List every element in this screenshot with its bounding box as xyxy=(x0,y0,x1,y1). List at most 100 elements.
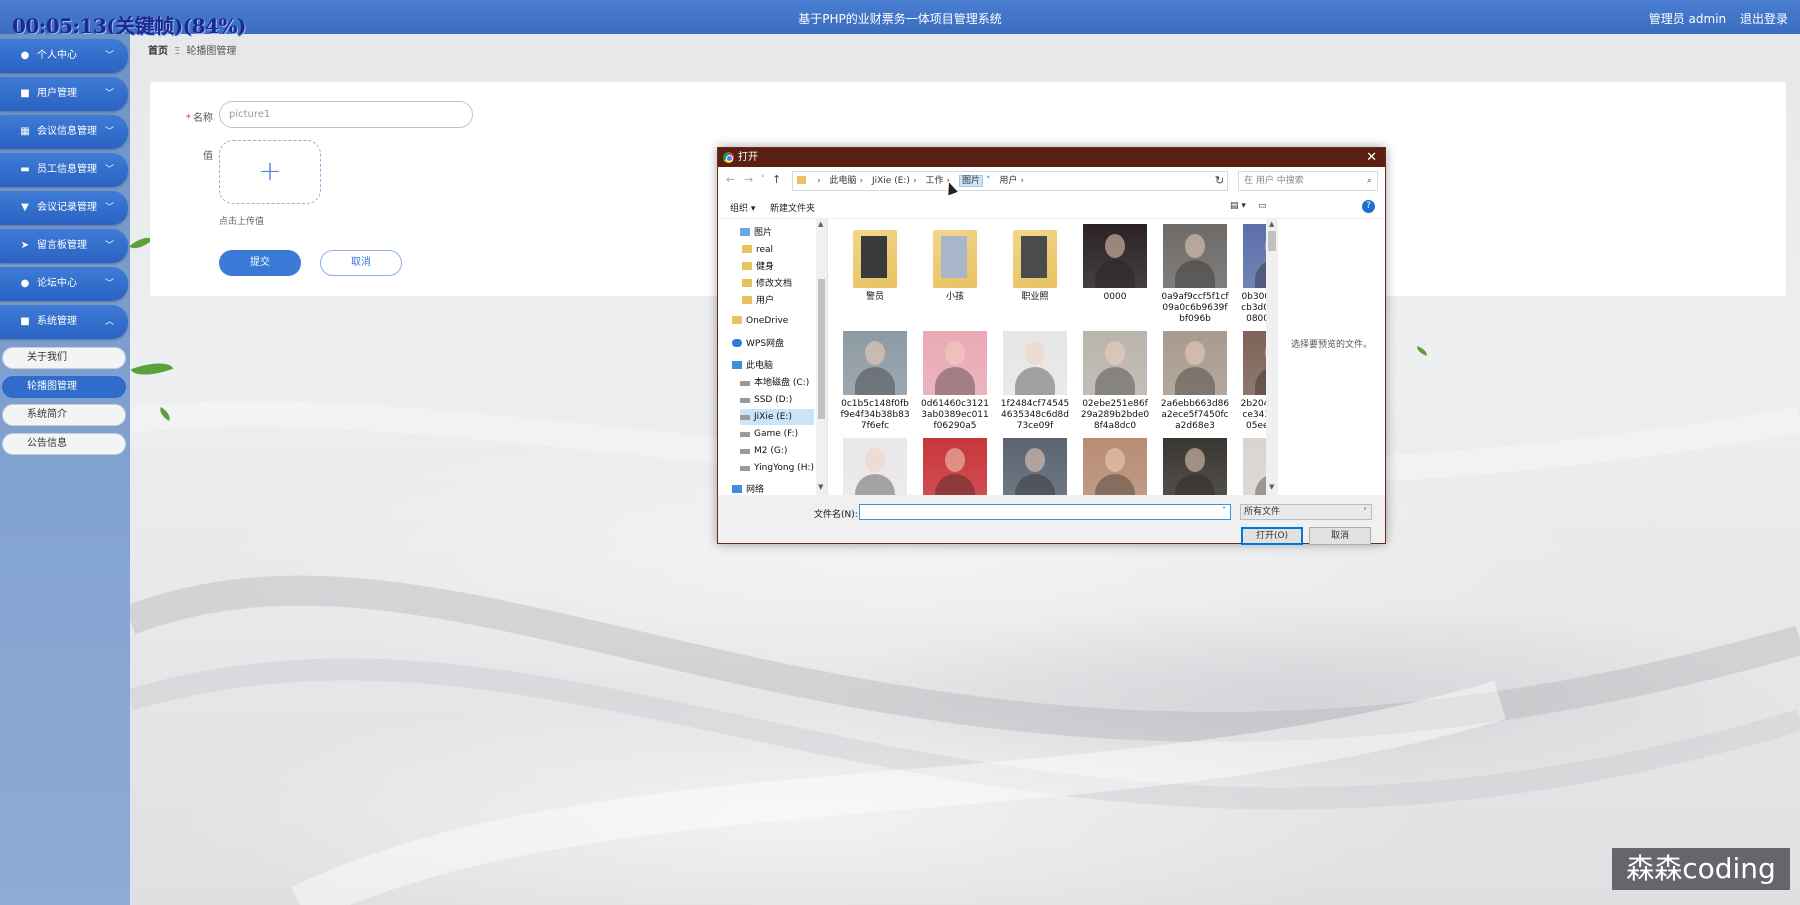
sidebar-menu-item[interactable]: ▬ 员工信息管理 ﹀ xyxy=(0,153,128,187)
nav-item[interactable]: 健身 xyxy=(742,259,816,275)
file-name: 2a6ebb663d86a2ece5f7450fca2d68e3 xyxy=(1160,399,1230,431)
address-segment[interactable]: JiXie (E:) xyxy=(872,176,910,186)
file-name: 小孩 xyxy=(945,292,964,302)
breadcrumb-home[interactable]: 首页 xyxy=(148,46,168,57)
drive-icon xyxy=(740,449,750,454)
cancel-button[interactable]: 取消 xyxy=(320,250,402,276)
nav-item[interactable]: OneDrive xyxy=(732,313,814,329)
breadcrumb: 首页 Ξ 轮播图管理 xyxy=(148,42,236,57)
nav-item[interactable]: 此电脑 xyxy=(732,358,814,374)
folder-item[interactable]: 小孩 xyxy=(920,224,990,303)
sidebar-menu-item[interactable]: ● 论坛中心 ﹀ xyxy=(0,267,128,301)
search-input[interactable]: 在 用户 中搜索 ⌕ xyxy=(1238,171,1378,191)
folder-icon xyxy=(853,230,897,288)
menu-label: 系统管理 xyxy=(37,316,77,327)
sidebar-submenu-item[interactable]: 系统简介 xyxy=(2,404,126,426)
sidebar-submenu-item[interactable]: 轮播图管理 xyxy=(2,375,126,398)
nav-item[interactable]: YingYong (H:) xyxy=(740,460,814,476)
image-file-item[interactable] xyxy=(1240,438,1266,495)
image-file-item[interactable]: 02ebe251e86f29a289b2bde08f4a8dc0 xyxy=(1080,331,1150,432)
image-thumbnail xyxy=(1163,438,1227,495)
sidebar-menu-item[interactable]: ▦ 会议信息管理 ﹀ xyxy=(0,115,128,149)
image-file-item[interactable]: 0c1b5c148f0fbf9e4f34b38b837f6efc xyxy=(840,331,910,432)
image-thumbnail xyxy=(1003,331,1067,395)
up-arrow-icon[interactable]: ↑ xyxy=(772,173,781,186)
sidebar-menu-item[interactable]: ■ 系统管理 ︿ xyxy=(0,305,128,339)
submit-button[interactable]: 提交 xyxy=(219,250,301,276)
scroll-thumb[interactable] xyxy=(818,279,825,419)
folder-icon xyxy=(742,245,752,253)
scroll-up-icon[interactable]: ▲ xyxy=(1269,220,1274,228)
open-button[interactable]: 打开(O) xyxy=(1241,527,1303,545)
file-name: 2b204b963887ce343f25d84305ee47a4(1) xyxy=(1240,399,1266,431)
image-file-item[interactable]: 0000 xyxy=(1080,224,1150,303)
sidebar-submenu-item[interactable]: 关于我们 xyxy=(2,347,126,369)
nav-item[interactable]: M2 (G:) xyxy=(740,443,814,459)
scroll-up-icon[interactable]: ▲ xyxy=(818,220,823,228)
name-input[interactable]: picture1 xyxy=(219,101,473,128)
image-file-item[interactable] xyxy=(1080,438,1150,495)
nav-item[interactable]: 图片 xyxy=(740,225,814,241)
new-folder-button[interactable]: 新建文件夹 xyxy=(770,201,815,214)
preview-pane-icon[interactable]: ▭ xyxy=(1258,201,1267,211)
search-icon: ⌕ xyxy=(1366,176,1372,186)
nav-item[interactable]: 用户 xyxy=(742,293,816,309)
back-arrow-icon[interactable]: ← xyxy=(726,173,735,186)
help-icon[interactable]: ? xyxy=(1362,200,1375,213)
refresh-icon[interactable]: ↻ xyxy=(1215,174,1224,187)
nav-item[interactable]: 修改文档 xyxy=(742,276,816,292)
nav-item[interactable]: Game (F:) xyxy=(740,426,814,442)
image-file-item[interactable]: 0a9af9ccf5f1cf09a0c6b9639fbf096b xyxy=(1160,224,1230,325)
file-name: 1f2484cf745454635348c6d8d73ce09f xyxy=(1000,399,1070,431)
sidebar-submenu-item[interactable]: 公告信息 xyxy=(2,432,126,455)
nav-item[interactable]: 本地磁盘 (C:) xyxy=(740,375,814,391)
image-file-item[interactable] xyxy=(920,438,990,495)
view-options-icon[interactable]: ▤ ▾ xyxy=(1230,201,1246,211)
filetype-select[interactable]: 所有文件 ˅ xyxy=(1240,504,1372,520)
nav-item[interactable]: real xyxy=(742,242,816,258)
file-scrollbar[interactable]: ▲ ▼ xyxy=(1266,219,1278,495)
sidebar-menu-item[interactable]: ● 个人中心 ﹀ xyxy=(0,39,128,73)
image-file-item[interactable]: 0d61460c31213ab0389ec011f06290a5 xyxy=(920,331,990,432)
menu-label: 会议记录管理 xyxy=(37,202,97,213)
address-segment[interactable]: 用户 xyxy=(999,176,1017,186)
organize-menu[interactable]: 组织 ▾ xyxy=(730,201,755,214)
image-file-item[interactable] xyxy=(1000,438,1070,495)
filename-input[interactable]: ˅ xyxy=(859,504,1231,520)
sidebar-menu-item[interactable]: ■ 用户管理 ﹀ xyxy=(0,77,128,111)
nav-item[interactable]: 网络 xyxy=(732,482,814,495)
folder-item[interactable]: 职业照 xyxy=(1000,224,1070,303)
open-file-dialog: 打开 ✕ ← → ˅ ↑ › 此电脑 › JiXie (E:) › 工作 › 图片 ˅ … xyxy=(717,147,1386,545)
recent-dropdown-icon[interactable]: ˅ xyxy=(760,173,766,186)
sidebar-menu-item[interactable]: ➤ 留言板管理 ﹀ xyxy=(0,229,128,263)
value-label: 值 xyxy=(203,151,213,162)
image-file-item[interactable]: 0b300cbcb651cb3d02b3424a0800c343(1) xyxy=(1240,224,1266,325)
nav-item[interactable]: WPS网盘 xyxy=(732,336,814,352)
address-segment[interactable]: 图片 xyxy=(958,175,983,187)
admin-user-label[interactable]: 管理员 admin xyxy=(1649,12,1726,26)
upload-button[interactable]: + xyxy=(219,140,321,204)
logout-link[interactable]: 退出登录 xyxy=(1740,12,1788,26)
scroll-down-icon[interactable]: ▼ xyxy=(1269,483,1274,491)
forward-arrow-icon[interactable]: → xyxy=(744,173,753,186)
file-name: 0c1b5c148f0fbf9e4f34b38b837f6efc xyxy=(840,399,910,431)
address-bar[interactable]: › 此电脑 › JiXie (E:) › 工作 › 图片 ˅ 用户 › ˅ xyxy=(792,171,1228,191)
image-file-item[interactable]: 2a6ebb663d86a2ece5f7450fca2d68e3 xyxy=(1160,331,1230,432)
chevron-down-icon[interactable]: ˅ xyxy=(1222,506,1226,515)
image-file-item[interactable] xyxy=(840,438,910,495)
nav-scrollbar[interactable]: ▲ ▼ xyxy=(816,219,827,495)
address-segment[interactable]: 工作 xyxy=(925,176,943,186)
nav-item[interactable]: JiXie (E:) xyxy=(740,409,814,425)
nav-item[interactable]: SSD (D:) xyxy=(740,392,814,408)
scroll-down-icon[interactable]: ▼ xyxy=(818,483,823,491)
top-bar: 00:05:13(关键帧)(84%) 基于PHP的业财票务一体项目管理系统 管理… xyxy=(0,0,1800,38)
image-file-item[interactable] xyxy=(1160,438,1230,495)
close-icon[interactable]: ✕ xyxy=(1366,148,1377,167)
image-file-item[interactable]: 2b204b963887ce343f25d84305ee47a4(1) xyxy=(1240,331,1266,432)
address-segment[interactable]: 此电脑 xyxy=(829,176,856,186)
folder-item[interactable]: 警员 xyxy=(840,224,910,303)
scroll-thumb[interactable] xyxy=(1268,231,1276,251)
image-file-item[interactable]: 1f2484cf745454635348c6d8d73ce09f xyxy=(1000,331,1070,432)
dialog-cancel-button[interactable]: 取消 xyxy=(1309,527,1371,545)
sidebar-menu-item[interactable]: ▼ 会议记录管理 ﹀ xyxy=(0,191,128,225)
